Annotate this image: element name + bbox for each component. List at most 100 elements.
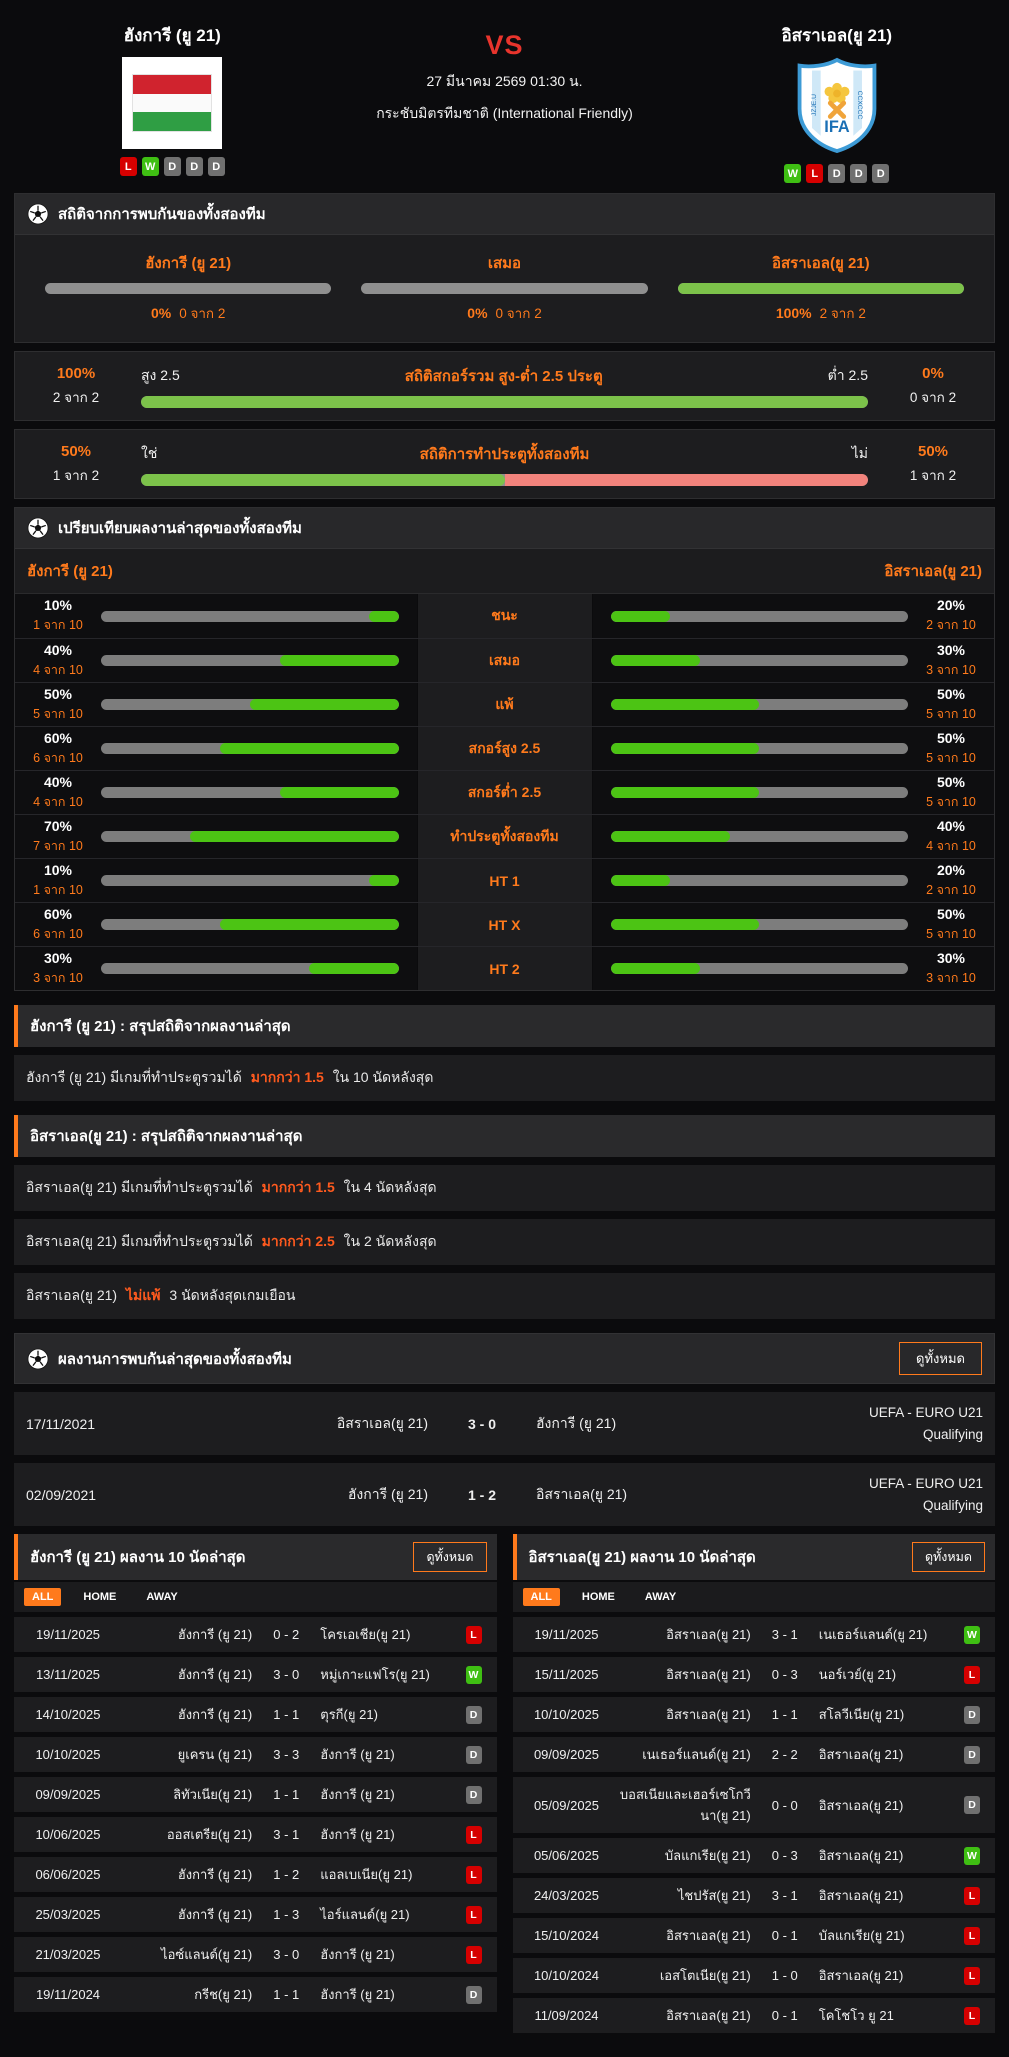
form-badge-w: W [141, 157, 159, 176]
result-badge-l: L [964, 1926, 980, 1945]
recent-match-row[interactable]: 19/11/2025 ฮังการี (ยู 21) 0 - 2 โครเอเชีย(… [14, 1617, 497, 1653]
h2h-stat-rows: 100% 2 จาก 2 สูง 2.5 สถิติสกอร์รวม สูง-ต่ำ … [14, 351, 995, 499]
match-score: 1 - 3 [273, 1907, 300, 1923]
compare-left-cell: 40% 4 จาก 10 [15, 639, 417, 682]
recent-away-view-all-button[interactable]: ดูทั้งหมด [911, 1542, 985, 1573]
h2h-column-label: เสมอ [487, 255, 522, 272]
compare-right-count: 5 จาก 10 [926, 706, 976, 721]
compare-row-label: ชนะ [416, 594, 593, 638]
recent-match-row[interactable]: 25/03/2025 ฮังการี (ยู 21) 1 - 3 ไอร์แลนด์(… [14, 1897, 497, 1933]
recent-match-row[interactable]: 09/09/2025 ลิทัวเนีย(ยู 21) 1 - 1 ฮังการี (… [14, 1777, 497, 1813]
h2h-stats-columns: ฮังการี (ยู 21) 0% 0 จาก 2 เสมอ 0% 0 จาก 2 อิส… [15, 235, 994, 342]
match-score: 1 - 1 [771, 1707, 798, 1723]
compare-left-stats: 30% 3 จาก 10 [27, 950, 89, 988]
recent-match-row[interactable]: 06/06/2025 ฮังการี (ยู 21) 1 - 2 แอลเบเนีย(… [14, 1857, 497, 1893]
recent-away-rows: 19/11/2025 อิสราเอล(ยู 21) 3 - 1 เนเธอร์แลน… [512, 1617, 995, 2034]
match-home-team: บอสเนียและเฮอร์เซโกวีนา(ยู 21) [619, 1787, 751, 1824]
h2h-match-row[interactable]: 17/11/2021 อิสราเอล(ยู 21) 3 - 0 ฮังการี (ย… [14, 1392, 995, 1456]
recent-home-view-all-button[interactable]: ดูทั้งหมด [413, 1542, 487, 1573]
compare-left-bar-fill [190, 831, 399, 842]
recent-match-row[interactable]: 24/03/2025 ไชปรัส(ยู 21) 3 - 1 อิสราเอล(ยู … [512, 1878, 995, 1914]
soccer-ball-icon [27, 1347, 49, 1370]
compare-right-bar [610, 787, 908, 798]
compare-right-stats: 30% 3 จาก 10 [920, 642, 982, 680]
compare-right-bar [610, 963, 908, 974]
compare-left-stats: 10% 1 จาก 10 [27, 597, 89, 635]
recent-match-row[interactable]: 19/11/2025 อิสราเอล(ยู 21) 3 - 1 เนเธอร์แลน… [512, 1617, 995, 1653]
compare-left-cell: 10% 1 จาก 10 [15, 859, 417, 902]
compare-right-pct: 30% [936, 641, 966, 658]
match-competition: UEFA - EURO U21 Qualifying [868, 1405, 983, 1442]
h2h-match-row[interactable]: 02/09/2021 ฮังการี (ยู 21) 1 - 2 อิสราเอล(ย… [14, 1463, 995, 1527]
summary-away-rows: อิสราเอล(ยู 21) มีเกมที่ทำประตูรวมได้ มา… [14, 1165, 995, 1319]
compare-right-cell: 50% 5 จาก 10 [593, 903, 995, 946]
tab-all[interactable]: ALL [24, 1588, 62, 1607]
compare-row: 10% 1 จาก 10 ชนะ 20% 2 จาก 10 [15, 594, 994, 638]
match-away-team: อิสราเอล(ยู 21) [818, 1968, 904, 1984]
match-date: 25/03/2025 [35, 1907, 101, 1923]
match-date: 19/11/2024 [35, 1987, 101, 2003]
match-away-team: อิสราเอล(ยู 21) [818, 1797, 904, 1813]
recent-match-row[interactable]: 19/11/2024 กรีช(ยู 21) 1 - 1 ฮังการี (ยู 21… [14, 1977, 497, 2013]
result-badge-d: D [964, 1705, 980, 1724]
result-badge-d: D [465, 1785, 482, 1804]
match-date: 09/09/2025 [35, 1787, 101, 1803]
tab-all[interactable]: ALL [522, 1588, 560, 1607]
tab-away[interactable]: AWAY [138, 1588, 185, 1606]
home-team-block: ฮังการี (ยู 21) LWDDD [14, 14, 330, 183]
compare-right-stats: 30% 3 จาก 10 [920, 950, 982, 988]
stat-title: สถิติสกอร์รวม สูง-ต่ำ 2.5 ประตู [404, 368, 603, 385]
h2h-view-all-button[interactable]: ดูทั้งหมด [899, 1342, 982, 1375]
recent-match-row[interactable]: 05/09/2025 บอสเนียและเฮอร์เซโกวีนา(ยู 21)… [512, 1777, 995, 1834]
compare-right-cell: 40% 4 จาก 10 [593, 815, 995, 858]
h2h-stat-row: 50% 1 จาก 2 ใช่ สถิติการทำประตูทั้งสองทีม ไม… [14, 429, 995, 499]
match-competition: กระชับมิตรทีมชาติ (International Friendl… [376, 105, 633, 121]
summary-text-post: ใน 10 นัดหลังสุด [328, 1069, 434, 1085]
compare-right-count: 5 จาก 10 [926, 926, 976, 941]
match-date: 02/09/2021 [26, 1486, 97, 1503]
recent-match-row[interactable]: 15/11/2025 อิสราเอล(ยู 21) 0 - 3 นอร์เวย์(ย… [512, 1657, 995, 1693]
h2h-match-rows: 17/11/2021 อิสราเอล(ยู 21) 3 - 0 ฮังการี (ย… [14, 1392, 995, 1527]
match-date: 05/06/2025 [533, 1848, 600, 1864]
h2h-column-pct: 0% [150, 305, 172, 321]
result-badge-w: W [964, 1846, 980, 1865]
form-badge-d: D [207, 157, 225, 176]
result-badge-d: D [964, 1745, 980, 1764]
compare-left-stats: 10% 1 จาก 10 [27, 862, 89, 900]
recent-match-row[interactable]: 13/11/2025 ฮังการี (ยู 21) 3 - 0 หมู่เกาะแฟ… [14, 1657, 497, 1693]
h2h-matches-header: ผลงานการพบกันล่าสุดของทั้งสองทีม ดูทั้งห… [14, 1333, 995, 1384]
stat-middle: ใช่ สถิติการทำประตูทั้งสองทีม ไม่ [131, 442, 878, 486]
tab-away[interactable]: AWAY [637, 1588, 684, 1606]
match-away-team: ฮังการี (ยู 21) [320, 1747, 395, 1763]
recent-match-row[interactable]: 15/10/2024 อิสราเอล(ยู 21) 0 - 1 บัลแกเรีย(… [512, 1918, 995, 1954]
h2h-column-stats: 0% 0 จาก 2 [361, 302, 647, 324]
compare-right-count: 2 จาก 10 [926, 882, 976, 897]
h2h-stats-card: สถิติจากการพบกันของทั้งสองทีม ฮังการี (ย… [14, 193, 995, 343]
recent-away-title: อิสราเอล(ยู 21) ผลงาน 10 นัดล่าสุด [528, 1549, 756, 1567]
match-home-team: ฮังการี (ยู 21) [177, 1707, 253, 1723]
tab-home[interactable]: HOME [574, 1588, 623, 1606]
compare-row: 60% 6 จาก 10 สกอร์สูง 2.5 50% 5 จาก 10 [15, 726, 994, 770]
recent-match-row[interactable]: 10/10/2025 ยูเครน (ยู 21) 3 - 3 ฮังการี (ยู… [14, 1737, 497, 1773]
recent-match-row[interactable]: 09/09/2025 เนเธอร์แลนด์(ยู 21) 2 - 2 อิสราเ… [512, 1737, 995, 1773]
recent-home-title: ฮังการี (ยู 21) ผลงาน 10 นัดล่าสุด [30, 1549, 246, 1567]
compare-left-pct: 50% [43, 685, 73, 702]
h2h-column-count: 2 จาก 2 [819, 306, 866, 321]
summary-highlight: ไม่แพ้ [126, 1287, 161, 1303]
recent-match-row[interactable]: 14/10/2025 ฮังการี (ยู 21) 1 - 1 ตุรกี(ยู 2… [14, 1697, 497, 1733]
stat-bar-green [141, 474, 505, 486]
result-badge-l: L [465, 1825, 482, 1844]
tab-home[interactable]: HOME [75, 1588, 124, 1606]
compare-row-label: HT X [416, 903, 593, 946]
recent-match-row[interactable]: 11/09/2024 อิสราเอล(ยู 21) 0 - 1 โคโชโว ยู … [512, 1998, 995, 2034]
result-badge-l: L [465, 1865, 482, 1884]
recent-match-row[interactable]: 10/06/2025 ออสเตรีย(ยู 21) 3 - 1 ฮังการี (ย… [14, 1817, 497, 1853]
stat-right-side: 0% 0 จาก 2 [878, 365, 988, 408]
recent-match-row[interactable]: 21/03/2025 ไอซ์แลนด์(ยู 21) 3 - 0 ฮังการี (… [14, 1937, 497, 1973]
recent-match-row[interactable]: 10/10/2024 เอสโตเนีย(ยู 21) 1 - 0 อิสราเอล(… [512, 1958, 995, 1994]
match-date: 17/11/2021 [26, 1415, 96, 1432]
recent-match-row[interactable]: 05/06/2025 บัลแกเรีย(ยู 21) 0 - 3 อิสราเอล(… [512, 1838, 995, 1874]
result-badge-l: L [964, 1886, 980, 1905]
recent-match-row[interactable]: 10/10/2025 อิสราเอล(ยู 21) 1 - 1 สโลวีเนีย(… [512, 1697, 995, 1733]
form-badge-d: D [185, 157, 203, 176]
